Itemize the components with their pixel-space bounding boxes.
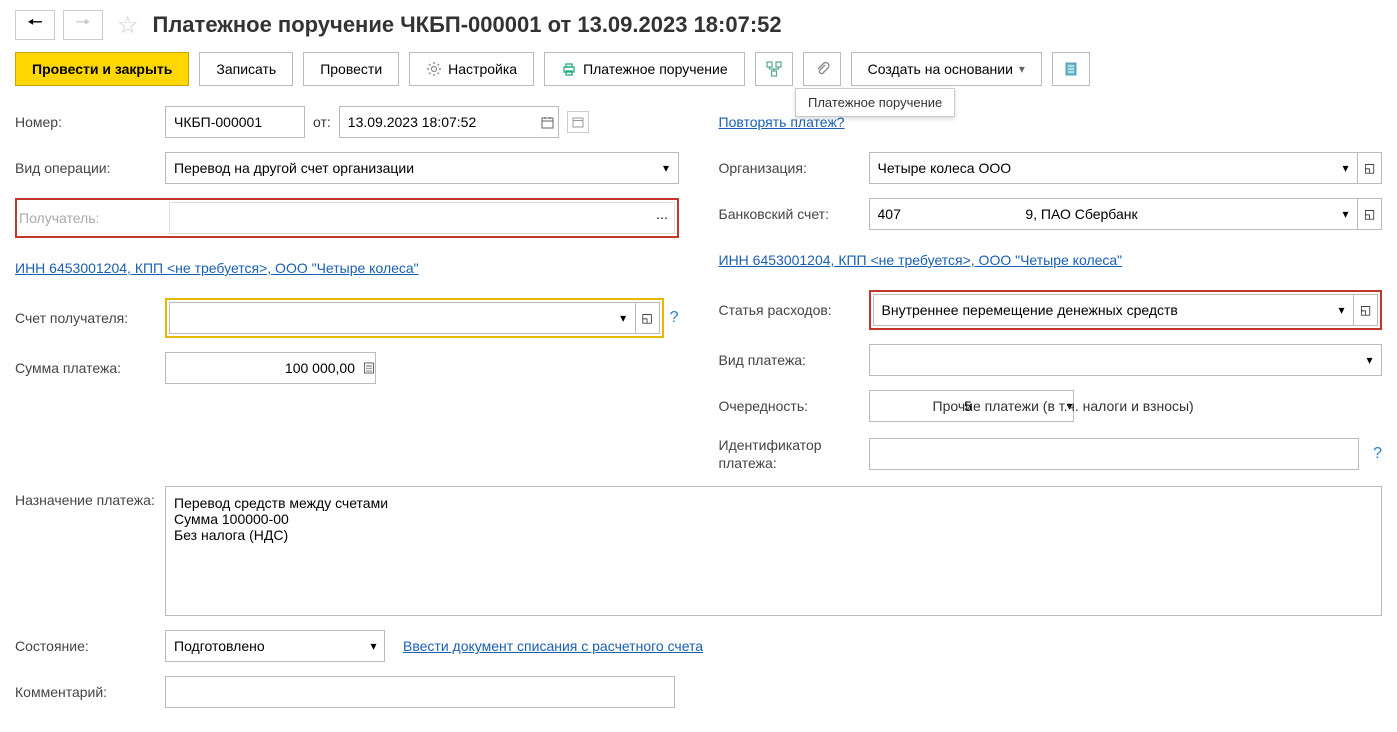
expense-input[interactable]: [873, 294, 1331, 326]
write-off-link[interactable]: Ввести документ списания с расчетного сч…: [403, 638, 703, 654]
inn-kpp-left-link[interactable]: ИНН 6453001204, КПП <не требуется>, ООО …: [15, 260, 419, 276]
bank-account-label: Банковский счет:: [719, 206, 869, 222]
arrow-left-icon: 🠔: [27, 10, 43, 40]
chevron-down-icon: ▾: [620, 311, 626, 325]
status-dropdown[interactable]: ▾: [363, 630, 385, 662]
from-label: от:: [313, 114, 331, 130]
calendar-icon: [541, 116, 554, 129]
recipient-account-open[interactable]: ◱: [636, 302, 660, 334]
calendar-button[interactable]: [537, 106, 559, 138]
identifier-help[interactable]: ?: [1373, 445, 1382, 463]
inn-kpp-right-link[interactable]: ИНН 6453001204, КПП <не требуется>, ООО …: [719, 252, 1123, 268]
save-button[interactable]: Записать: [199, 52, 293, 86]
open-icon: ◱: [1364, 207, 1375, 221]
chevron-down-icon: ▾: [1338, 303, 1344, 317]
bank-account-input[interactable]: [869, 198, 1335, 230]
nav-forward-button: 🠖: [63, 10, 103, 40]
chevron-down-icon: ▾: [1019, 62, 1025, 76]
recipient-account-dropdown[interactable]: ▾: [612, 302, 636, 334]
date-aux-button[interactable]: [567, 111, 589, 133]
settings-button[interactable]: Настройка: [409, 52, 534, 86]
expense-open[interactable]: ◱: [1354, 294, 1378, 326]
recipient-label: Получатель:: [19, 210, 169, 226]
post-button[interactable]: Провести: [303, 52, 399, 86]
toolbar: Провести и закрыть Записать Провести Нас…: [15, 52, 1382, 86]
expense-label: Статья расходов:: [719, 302, 869, 318]
op-type-label: Вид операции:: [15, 160, 165, 176]
structure-button[interactable]: [755, 52, 793, 86]
chevron-down-icon: ▾: [663, 161, 669, 175]
gear-icon: [426, 61, 442, 77]
page-title: Платежное поручение ЧКБП-000001 от 13.09…: [153, 12, 782, 38]
nav-back-button[interactable]: 🠔: [15, 10, 55, 40]
print-payment-order-button[interactable]: Платежное поручение: [544, 52, 745, 86]
chevron-down-icon: ▾: [1342, 161, 1348, 175]
priority-desc: Прочие платежи (в т.ч. налоги и взносы): [933, 398, 1194, 414]
expense-dropdown[interactable]: ▾: [1330, 294, 1354, 326]
tooltip: Платежное поручение: [795, 88, 955, 117]
open-icon: ◱: [641, 311, 652, 325]
report-icon: [1063, 61, 1079, 77]
structure-icon: [765, 60, 783, 78]
payment-type-label: Вид платежа:: [719, 352, 869, 368]
comment-label: Комментарий:: [15, 684, 165, 700]
post-and-close-button[interactable]: Провести и закрыть: [15, 52, 189, 86]
paperclip-icon: [814, 61, 830, 77]
status-input[interactable]: [165, 630, 363, 662]
report-button[interactable]: [1052, 52, 1090, 86]
status-label: Состояние:: [15, 638, 165, 654]
calculator-icon: [363, 362, 375, 374]
org-input[interactable]: [869, 152, 1335, 184]
purpose-textarea[interactable]: [165, 486, 1382, 616]
org-dropdown[interactable]: ▾: [1334, 152, 1358, 184]
identifier-input[interactable]: [869, 438, 1360, 470]
org-open[interactable]: ◱: [1358, 152, 1382, 184]
chevron-down-icon: ▾: [370, 639, 376, 653]
favorite-star-icon[interactable]: ☆: [117, 11, 139, 40]
recipient-account-input[interactable]: [169, 302, 612, 334]
recipient-account-help[interactable]: ?: [670, 309, 679, 327]
recipient-input[interactable]: [169, 202, 651, 234]
recipient-account-label: Счет получателя:: [15, 310, 165, 326]
identifier-label: Идентификатор платежа:: [719, 436, 869, 472]
bank-account-dropdown[interactable]: ▾: [1334, 198, 1358, 230]
chevron-down-icon: ▾: [1342, 207, 1348, 221]
attachment-button[interactable]: [803, 52, 841, 86]
chevron-down-icon: ▾: [1366, 353, 1372, 367]
number-label: Номер:: [15, 114, 165, 130]
arrow-right-icon: 🠖: [75, 10, 91, 40]
open-icon: ◱: [1360, 303, 1371, 317]
op-type-input[interactable]: [165, 152, 655, 184]
bank-account-open[interactable]: ◱: [1358, 198, 1382, 230]
open-icon: ◱: [1364, 161, 1375, 175]
org-label: Организация:: [719, 160, 869, 176]
amount-calc-button[interactable]: [363, 352, 376, 384]
number-input[interactable]: [165, 106, 305, 138]
amount-input[interactable]: [165, 352, 363, 384]
priority-label: Очередность:: [719, 398, 869, 414]
printer-icon: [561, 61, 577, 77]
date-input[interactable]: [339, 106, 537, 138]
amount-label: Сумма платежа:: [15, 360, 165, 376]
purpose-label: Назначение платежа:: [15, 486, 165, 616]
create-based-on-button[interactable]: Создать на основании ▾: [851, 52, 1042, 86]
comment-input[interactable]: [165, 676, 675, 708]
op-type-dropdown[interactable]: ▾: [655, 152, 679, 184]
recipient-select[interactable]: ⋯: [651, 202, 675, 234]
payment-type-input[interactable]: [869, 344, 1359, 376]
payment-type-dropdown[interactable]: ▾: [1358, 344, 1382, 376]
